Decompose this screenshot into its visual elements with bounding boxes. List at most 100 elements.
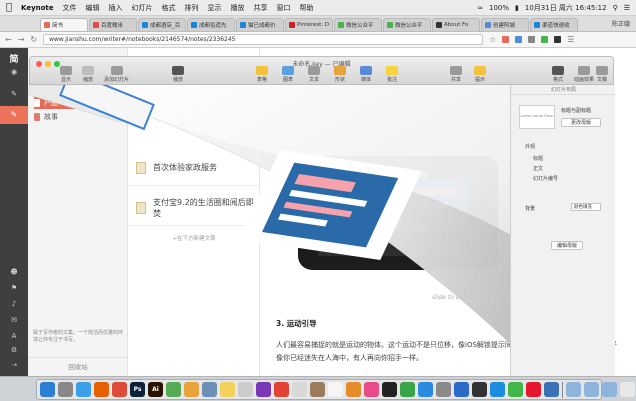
calendar-icon[interactable]: [274, 382, 289, 397]
forward-icon[interactable]: →: [18, 35, 25, 44]
browser-tab[interactable]: 百度糯米: [89, 18, 137, 31]
launchpad-icon[interactable]: [58, 382, 73, 397]
photos-icon[interactable]: [184, 382, 199, 397]
note-item[interactable]: 支付宝9.2的生活圈和阅后即焚: [128, 190, 260, 226]
title-checkbox[interactable]: 标题: [533, 155, 543, 162]
preferences-icon[interactable]: [436, 382, 451, 397]
itunes-icon[interactable]: [364, 382, 379, 397]
browser-tab[interactable]: 成都俗遗先: [187, 18, 235, 31]
play-button[interactable]: 播放: [172, 66, 184, 83]
activity-icon[interactable]: [472, 382, 487, 397]
photoshop-icon[interactable]: Ps: [130, 382, 145, 397]
star-icon[interactable]: ☆: [489, 35, 496, 44]
browser-tab[interactable]: 微信公众平: [334, 18, 382, 31]
downloads-icon[interactable]: [602, 382, 617, 397]
finder-icon[interactable]: [40, 382, 55, 397]
contacts-icon[interactable]: [310, 382, 325, 397]
change-master-button[interactable]: 更改母版: [561, 118, 601, 127]
extension-icon[interactable]: [528, 36, 536, 43]
browser-tab[interactable]: 成都酒店_百: [138, 18, 186, 31]
extension-icon[interactable]: [554, 36, 562, 43]
body-checkbox[interactable]: 正文: [533, 165, 543, 172]
animate-button[interactable]: 动画效果: [574, 66, 594, 83]
menu-arrange[interactable]: 排列: [185, 3, 199, 13]
media-button[interactable]: 媒体: [360, 66, 372, 83]
comment-button[interactable]: 批注: [386, 66, 398, 83]
pages-icon[interactable]: [346, 382, 361, 397]
notes-icon[interactable]: [220, 382, 235, 397]
menu-format[interactable]: 格式: [162, 3, 176, 13]
background-select[interactable]: 颜色填充: [571, 203, 601, 211]
menu-icon[interactable]: ☰: [567, 35, 574, 44]
safari-icon[interactable]: [76, 382, 91, 397]
terminal-icon[interactable]: [382, 382, 397, 397]
share-button[interactable]: 共享: [450, 66, 462, 83]
browser-tab[interactable]: 简书: [40, 18, 88, 31]
folder-icon[interactable]: [566, 382, 581, 397]
document-button[interactable]: 文稿: [596, 66, 608, 83]
browser-tab[interactable]: About Fo: [432, 18, 480, 31]
table-button[interactable]: 表格: [256, 66, 268, 83]
bell-icon[interactable]: ♪: [8, 300, 20, 308]
exit-icon[interactable]: ⇢: [8, 361, 20, 369]
bookmark-icon[interactable]: ⚑: [8, 284, 20, 292]
firefox-icon[interactable]: [94, 382, 109, 397]
appstore-icon[interactable]: [418, 382, 433, 397]
tips-button[interactable]: 提示: [474, 66, 486, 83]
person-icon[interactable]: ☻: [8, 268, 20, 276]
browser-tab[interactable]: 渠道快速收: [530, 18, 578, 31]
notebook-item[interactable]: 故事: [34, 110, 126, 123]
menu-share[interactable]: 共享: [254, 3, 268, 13]
illustrator-icon[interactable]: Ai: [148, 382, 163, 397]
mail-icon[interactable]: ✉: [8, 316, 20, 324]
menu-play[interactable]: 播放: [231, 3, 245, 13]
trash-link[interactable]: 回收站: [28, 357, 128, 376]
keynote2-icon[interactable]: [544, 382, 559, 397]
edit-master-button[interactable]: 编辑母版: [551, 241, 583, 250]
menu-window[interactable]: 窗口: [277, 3, 291, 13]
browser-tab[interactable]: 微信公众平: [383, 18, 431, 31]
write-icon[interactable]: ✎: [0, 106, 28, 124]
text-button[interactable]: 文本: [308, 66, 320, 83]
extension-icon[interactable]: [502, 36, 510, 43]
browser-tab[interactable]: 猫已成都价: [236, 18, 284, 31]
weibo-icon[interactable]: [526, 382, 541, 397]
font-icon[interactable]: A: [8, 332, 20, 340]
browser-tab[interactable]: Pinterest: D: [285, 18, 333, 31]
preview-icon[interactable]: [202, 382, 217, 397]
notification-icon[interactable]: ☰: [624, 4, 630, 12]
shape-button[interactable]: 形状: [334, 66, 346, 83]
browser-tab[interactable]: 创建阿城: [481, 18, 529, 31]
search-icon[interactable]: ⚲: [613, 4, 618, 12]
photos2-icon[interactable]: [292, 382, 307, 397]
apple-icon[interactable]: : [6, 2, 12, 13]
extension-icon[interactable]: [541, 36, 549, 43]
reload-icon[interactable]: ↻: [30, 35, 37, 44]
notebook-item-active[interactable]: 产品: [34, 96, 126, 109]
zoom-button[interactable]: 缩放: [82, 66, 94, 83]
menu-insert[interactable]: 插入: [109, 3, 123, 13]
slide-number-checkbox[interactable]: 幻灯片编号: [533, 175, 558, 182]
clock[interactable]: 10月31日 周六 16:45:12: [525, 3, 607, 13]
battery-icon[interactable]: ▮: [515, 4, 519, 12]
profile-name[interactable]: 陈正娥: [612, 19, 636, 31]
folder2-icon[interactable]: [584, 382, 599, 397]
maps-icon[interactable]: [166, 382, 181, 397]
settings-icon[interactable]: ⚙: [8, 346, 20, 354]
new-note-link[interactable]: +在下方新建文章: [128, 234, 260, 242]
numbers-icon[interactable]: [400, 382, 415, 397]
chart-button[interactable]: 图表: [282, 66, 294, 83]
discover-icon[interactable]: ◉: [8, 68, 20, 76]
menu-file[interactable]: 文件: [63, 3, 77, 13]
back-icon[interactable]: ←: [5, 35, 12, 44]
view-button[interactable]: 显示: [60, 66, 72, 83]
chrome-icon[interactable]: [112, 382, 127, 397]
note-item[interactable]: 首次体验家政服务: [128, 150, 260, 186]
menu-help[interactable]: 帮助: [300, 3, 314, 13]
qq-icon[interactable]: [490, 382, 505, 397]
menu-app-name[interactable]: Keynote: [21, 4, 54, 12]
trash-icon[interactable]: [620, 382, 635, 397]
menu-edit[interactable]: 编辑: [86, 3, 100, 13]
calendar2-icon[interactable]: [328, 382, 343, 397]
keynote-icon[interactable]: [454, 382, 469, 397]
